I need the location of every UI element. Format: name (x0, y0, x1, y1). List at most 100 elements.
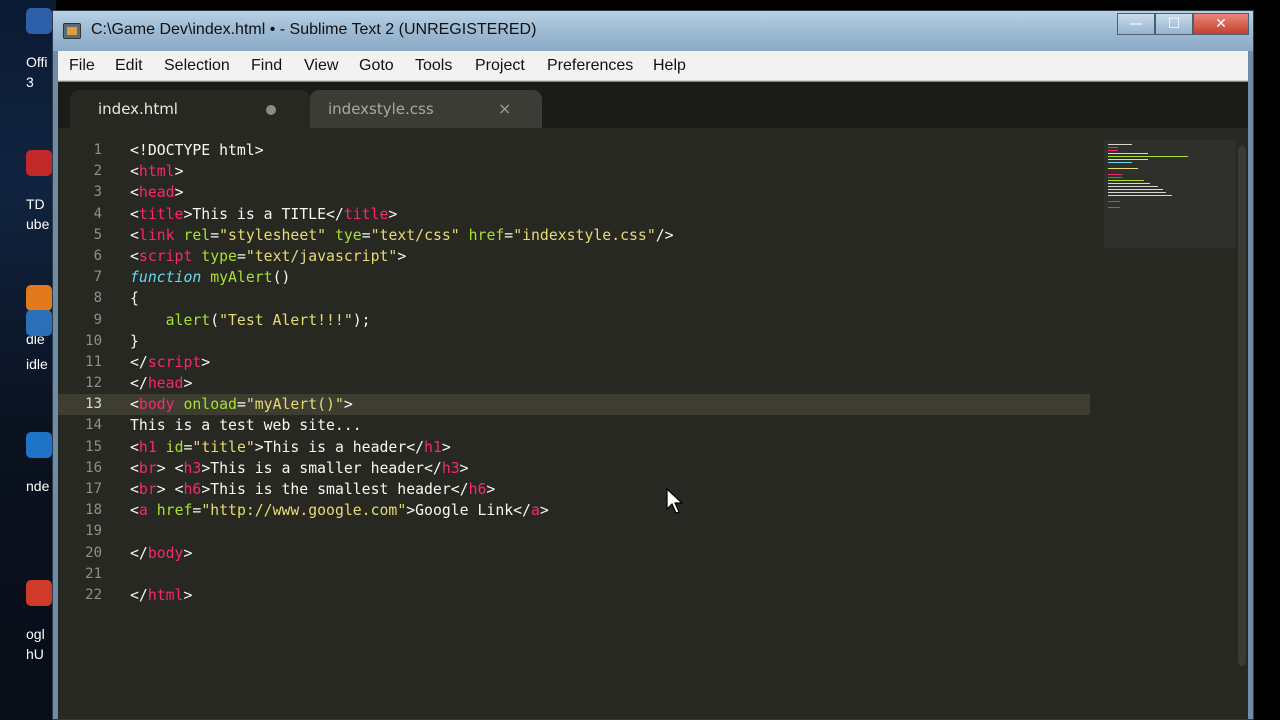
code-token: > (441, 438, 451, 456)
title-bar[interactable]: C:\Game Dev\index.html • - Sublime Text … (53, 11, 1253, 51)
unsaved-dot-icon[interactable] (266, 105, 276, 115)
code-line[interactable]: { (130, 288, 1090, 309)
code-line[interactable]: <a href="http://www.google.com">Google L… (130, 500, 1090, 521)
shortcut-icon (26, 8, 52, 34)
line-number: 13 (58, 394, 118, 416)
line-number: 20 (85, 544, 102, 561)
code-token: h6 (183, 481, 202, 498)
app-icon (63, 23, 81, 39)
code-token: script (147, 353, 202, 371)
tab-close-icon[interactable]: × (498, 99, 511, 118)
code-line[interactable]: <title>This is a TITLE</title> (130, 204, 1090, 225)
code-line[interactable]: </head> (130, 373, 1090, 394)
code-token: br (138, 481, 157, 498)
menu-file[interactable]: File (69, 57, 95, 75)
code-token: script (138, 247, 193, 265)
code-line[interactable]: </script> (130, 352, 1090, 373)
code-token: <!DOCTYPE html> (130, 142, 264, 159)
line-number: 15 (85, 438, 102, 455)
code-token: ); (352, 311, 371, 329)
line-number: 14 (85, 417, 102, 434)
code-line[interactable]: } (130, 331, 1090, 352)
tab-label: indexstyle.css (328, 100, 434, 118)
tab-indexstyle-css[interactable]: indexstyle.css × (310, 90, 542, 128)
line-number: 4 (93, 205, 102, 222)
code-token: h3 (441, 459, 460, 477)
menu-preferences[interactable]: Preferences (547, 57, 633, 75)
code-token: "indexstyle.css" (513, 226, 656, 244)
line-number: 19 (85, 523, 102, 540)
code-token: > (397, 247, 407, 265)
line-number: 9 (93, 311, 102, 328)
shortcut-icon (26, 150, 52, 176)
line-number: 6 (93, 247, 102, 264)
menu-help[interactable]: Help (653, 57, 686, 75)
shortcut-icon (26, 285, 52, 311)
code-token: < (130, 502, 139, 520)
code-line[interactable]: </body> (130, 543, 1090, 564)
code-token: < (130, 481, 139, 498)
code-token: "myAlert()" (245, 396, 344, 414)
line-number: 21 (85, 565, 102, 582)
menu-project[interactable]: Project (475, 57, 525, 75)
minimap[interactable] (1104, 140, 1236, 248)
line-number: 8 (93, 290, 102, 307)
code-view[interactable]: <!DOCTYPE html> <html> <head> <title>This i… (118, 140, 1090, 606)
menu-goto[interactable]: Goto (359, 57, 394, 75)
close-button[interactable]: ✕ (1193, 13, 1249, 35)
code-token: id (165, 438, 184, 456)
shortcut-icon (26, 580, 52, 606)
line-number: 11 (85, 353, 102, 370)
code-line[interactable]: <head> (130, 182, 1090, 203)
menu-find[interactable]: Find (251, 57, 282, 75)
code-line[interactable] (130, 564, 1090, 585)
code-token: br (138, 459, 157, 477)
maximize-button[interactable]: ☐ (1155, 13, 1193, 35)
code-token: head (147, 375, 184, 393)
line-number: 17 (85, 481, 102, 497)
code-token: < (130, 247, 139, 265)
code-line[interactable]: <h1 id="title">This is a header</h1> (130, 437, 1090, 458)
code-token: { (130, 290, 139, 308)
code-line[interactable]: </html> (130, 585, 1090, 606)
menu-selection[interactable]: Selection (164, 57, 230, 75)
code-token: h1 (424, 438, 442, 456)
code-line[interactable]: This is a test web site... (130, 415, 1090, 436)
code-line[interactable]: <link rel="stylesheet" tye="text/css" hr… (130, 225, 1090, 246)
minimize-button[interactable]: — (1117, 13, 1155, 35)
line-number: 3 (93, 184, 102, 201)
code-line[interactable]: <html> (130, 161, 1090, 182)
code-token: head (138, 184, 175, 202)
vertical-scrollbar[interactable] (1238, 146, 1246, 666)
code-token: > (388, 205, 398, 223)
code-token: "text/css" (370, 226, 460, 244)
code-token: tye (334, 226, 362, 244)
line-number: 12 (85, 375, 102, 392)
code-line[interactable]: function myAlert() (130, 267, 1090, 288)
sublime-window: C:\Game Dev\index.html • - Sublime Text … (52, 10, 1254, 720)
tab-index-html[interactable]: index.html (70, 90, 310, 128)
line-number: 10 (85, 332, 102, 349)
code-line[interactable]: <!DOCTYPE html> (130, 140, 1090, 161)
code-token: </ (130, 353, 148, 371)
code-line[interactable]: <script type="text/javascript"> (130, 246, 1090, 267)
menu-view[interactable]: View (304, 57, 338, 75)
code-line[interactable]: <body onload="myAlert()"> (118, 394, 1090, 416)
code-token: "title" (192, 438, 255, 456)
code-token: < (130, 438, 139, 456)
menu-edit[interactable]: Edit (115, 57, 143, 75)
shortcut-label: nde (26, 478, 50, 494)
code-line[interactable]: <br> <h6>This is the smallest header</h6… (130, 479, 1090, 500)
code-line[interactable] (130, 521, 1090, 542)
code-token: = (210, 226, 220, 244)
code-line[interactable]: <br> <h3>This is a smaller header</h3> (130, 458, 1090, 479)
code-token: > (183, 375, 193, 393)
code-token: >Google Link</ (406, 502, 531, 520)
menu-tools[interactable]: Tools (415, 57, 452, 75)
code-line[interactable]: alert("Test Alert!!!"); (130, 310, 1090, 331)
code-token: = (192, 502, 202, 520)
line-number: 7 (93, 269, 102, 286)
